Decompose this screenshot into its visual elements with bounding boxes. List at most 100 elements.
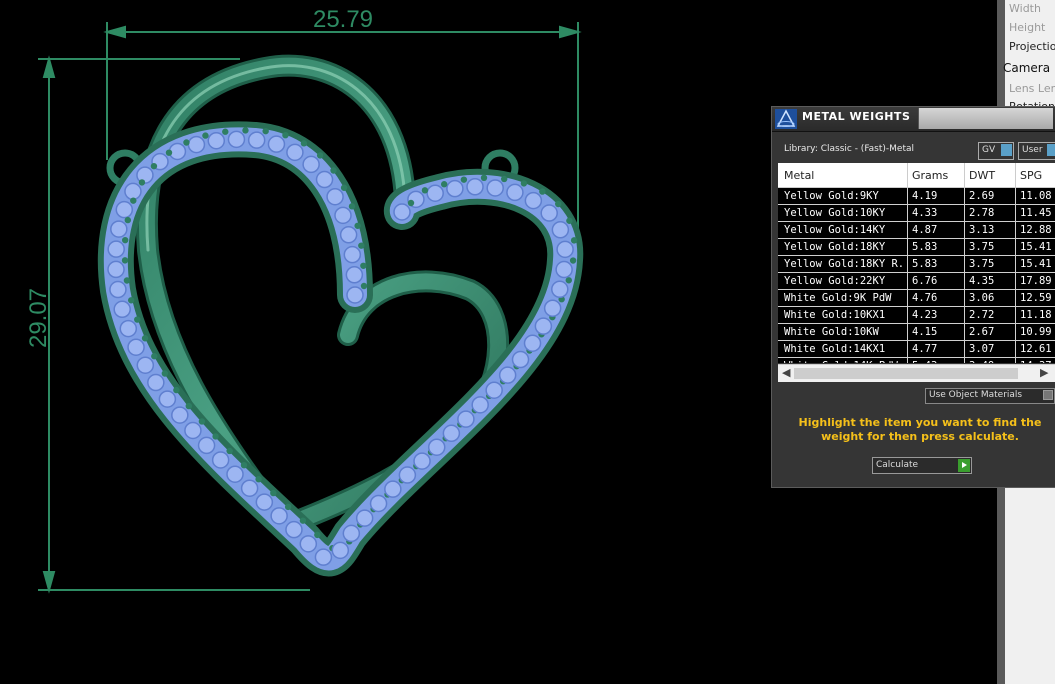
prop-lens-length[interactable]: Lens Length bbox=[1009, 82, 1055, 95]
prong bbox=[480, 174, 488, 182]
cell-spg: 15.41 bbox=[1020, 241, 1052, 253]
stone bbox=[124, 182, 142, 201]
stone bbox=[556, 240, 574, 259]
stone bbox=[466, 178, 484, 196]
stone bbox=[147, 373, 165, 392]
stone bbox=[506, 183, 524, 202]
calculate-button[interactable]: Calculate bbox=[872, 457, 972, 474]
cell-spg: 12.88 bbox=[1020, 224, 1052, 236]
stone bbox=[551, 221, 570, 239]
cell-metal: Yellow Gold:14KY bbox=[784, 224, 886, 236]
cell-grams: 4.77 bbox=[912, 343, 938, 355]
scroll-thumb[interactable] bbox=[794, 368, 1018, 379]
table-row[interactable]: Yellow Gold:10KY 4.33 2.78 11.45 bbox=[778, 205, 1055, 222]
app-logo-icon bbox=[775, 109, 797, 129]
prong bbox=[255, 476, 262, 483]
prong bbox=[242, 127, 249, 134]
prong bbox=[240, 461, 248, 469]
cell-grams: 5.83 bbox=[912, 258, 938, 270]
stone bbox=[486, 179, 504, 197]
prong bbox=[284, 503, 292, 511]
stone bbox=[524, 191, 543, 210]
table-header: Metal Grams DWT SPG bbox=[778, 163, 1055, 188]
col-dwt[interactable]: DWT bbox=[969, 169, 995, 182]
stone bbox=[247, 131, 266, 149]
col-metal[interactable]: Metal bbox=[784, 169, 814, 182]
stone bbox=[534, 317, 553, 335]
cell-dwt: 3.06 bbox=[969, 292, 995, 304]
cell-dwt: 3.07 bbox=[969, 343, 995, 355]
cell-spg: 15.41 bbox=[1020, 258, 1052, 270]
prong bbox=[270, 489, 277, 497]
stone bbox=[314, 548, 333, 566]
col-grams[interactable]: Grams bbox=[912, 169, 948, 182]
stone bbox=[485, 381, 503, 399]
stone bbox=[471, 396, 489, 414]
stone bbox=[346, 286, 364, 304]
stone bbox=[326, 187, 344, 206]
table-row[interactable]: Yellow Gold:14KY 4.87 3.13 12.88 bbox=[778, 222, 1055, 239]
scroll-right-icon[interactable]: ▶ bbox=[1040, 366, 1048, 379]
cell-dwt: 3.49 bbox=[969, 360, 1013, 363]
prong bbox=[354, 222, 361, 229]
titlebar-button[interactable] bbox=[918, 108, 1053, 129]
stone bbox=[551, 280, 569, 299]
col-spg[interactable]: SPG bbox=[1020, 169, 1042, 182]
prong bbox=[300, 140, 308, 147]
cell-grams: 4.33 bbox=[912, 207, 938, 219]
cell-grams: 4.76 bbox=[912, 292, 938, 304]
prong bbox=[226, 447, 233, 455]
prong bbox=[421, 187, 429, 194]
stone bbox=[540, 204, 558, 222]
prop-camera-header[interactable]: Camera bbox=[1003, 61, 1050, 75]
prong bbox=[566, 217, 573, 224]
metal-table[interactable]: Metal Grams DWT SPG Yellow Gold:9KY 4.19 2… bbox=[778, 163, 1055, 363]
prong bbox=[555, 200, 562, 208]
scroll-left-icon[interactable]: ◀ bbox=[782, 366, 790, 379]
stone bbox=[267, 135, 286, 153]
table-row[interactable]: White Gold:9K PdW 4.76 3.06 12.59 bbox=[778, 290, 1055, 307]
cell-spg: 11.45 bbox=[1020, 207, 1052, 219]
table-row[interactable]: Yellow Gold:22KY 6.76 4.35 17.89 bbox=[778, 273, 1055, 290]
prop-width[interactable]: Width bbox=[1009, 2, 1041, 15]
metal-weights-panel: METAL WEIGHTS Library: Classic - (Fast)-… bbox=[771, 106, 1055, 488]
user-dropdown[interactable]: User bbox=[1018, 142, 1055, 160]
gv-dropdown[interactable]: GV bbox=[978, 142, 1014, 160]
use-object-materials-checkbox[interactable]: Use Object Materials bbox=[925, 388, 1055, 404]
stone bbox=[286, 143, 304, 162]
table-row[interactable]: Yellow Gold:9KY 4.19 2.69 11.08 bbox=[778, 188, 1055, 205]
table-row[interactable]: White Gold:14KX1 4.77 3.07 12.61 bbox=[778, 341, 1055, 358]
stone bbox=[107, 260, 125, 279]
prong bbox=[299, 517, 307, 524]
prop-height[interactable]: Height bbox=[1009, 21, 1045, 34]
stone bbox=[355, 509, 374, 527]
horizontal-scrollbar[interactable]: ◀ ▶ bbox=[778, 364, 1055, 382]
cell-dwt: 3.75 bbox=[969, 241, 995, 253]
cell-dwt: 2.69 bbox=[969, 190, 995, 202]
prong bbox=[130, 197, 137, 204]
stone bbox=[342, 524, 361, 543]
stone bbox=[413, 452, 431, 470]
table-row[interactable]: Yellow Gold:18KY R... 5.83 3.75 15.41 bbox=[778, 256, 1055, 273]
table-row[interactable]: White Gold:10KX1 4.23 2.72 11.18 bbox=[778, 307, 1055, 324]
prong bbox=[185, 402, 193, 410]
library-label: Library: Classic - (Fast)-Metal bbox=[784, 144, 915, 154]
prong bbox=[330, 167, 337, 174]
cell-spg: 11.08 bbox=[1020, 190, 1052, 202]
prong bbox=[151, 353, 158, 360]
cell-spg: 11.18 bbox=[1020, 309, 1052, 321]
table-row[interactable]: White Gold:10KW 4.15 2.67 10.99 bbox=[778, 324, 1055, 341]
table-row[interactable]: White Gold:14K PdW 5.43 3.49 14.37 bbox=[778, 358, 1055, 363]
cell-dwt: 3.13 bbox=[969, 224, 995, 236]
prop-projection[interactable]: Projection bbox=[1009, 40, 1055, 53]
cell-spg: 14.37 bbox=[1020, 360, 1055, 363]
prong bbox=[570, 237, 578, 244]
cell-metal: Yellow Gold:22KY bbox=[784, 275, 886, 287]
prong bbox=[262, 127, 269, 135]
table-row[interactable]: Yellow Gold:18KY 5.83 3.75 15.41 bbox=[778, 239, 1055, 256]
prong bbox=[134, 316, 141, 323]
stone bbox=[109, 280, 127, 299]
stone bbox=[543, 299, 562, 317]
prong bbox=[138, 179, 146, 186]
panel-titlebar[interactable]: METAL WEIGHTS bbox=[772, 107, 1055, 132]
